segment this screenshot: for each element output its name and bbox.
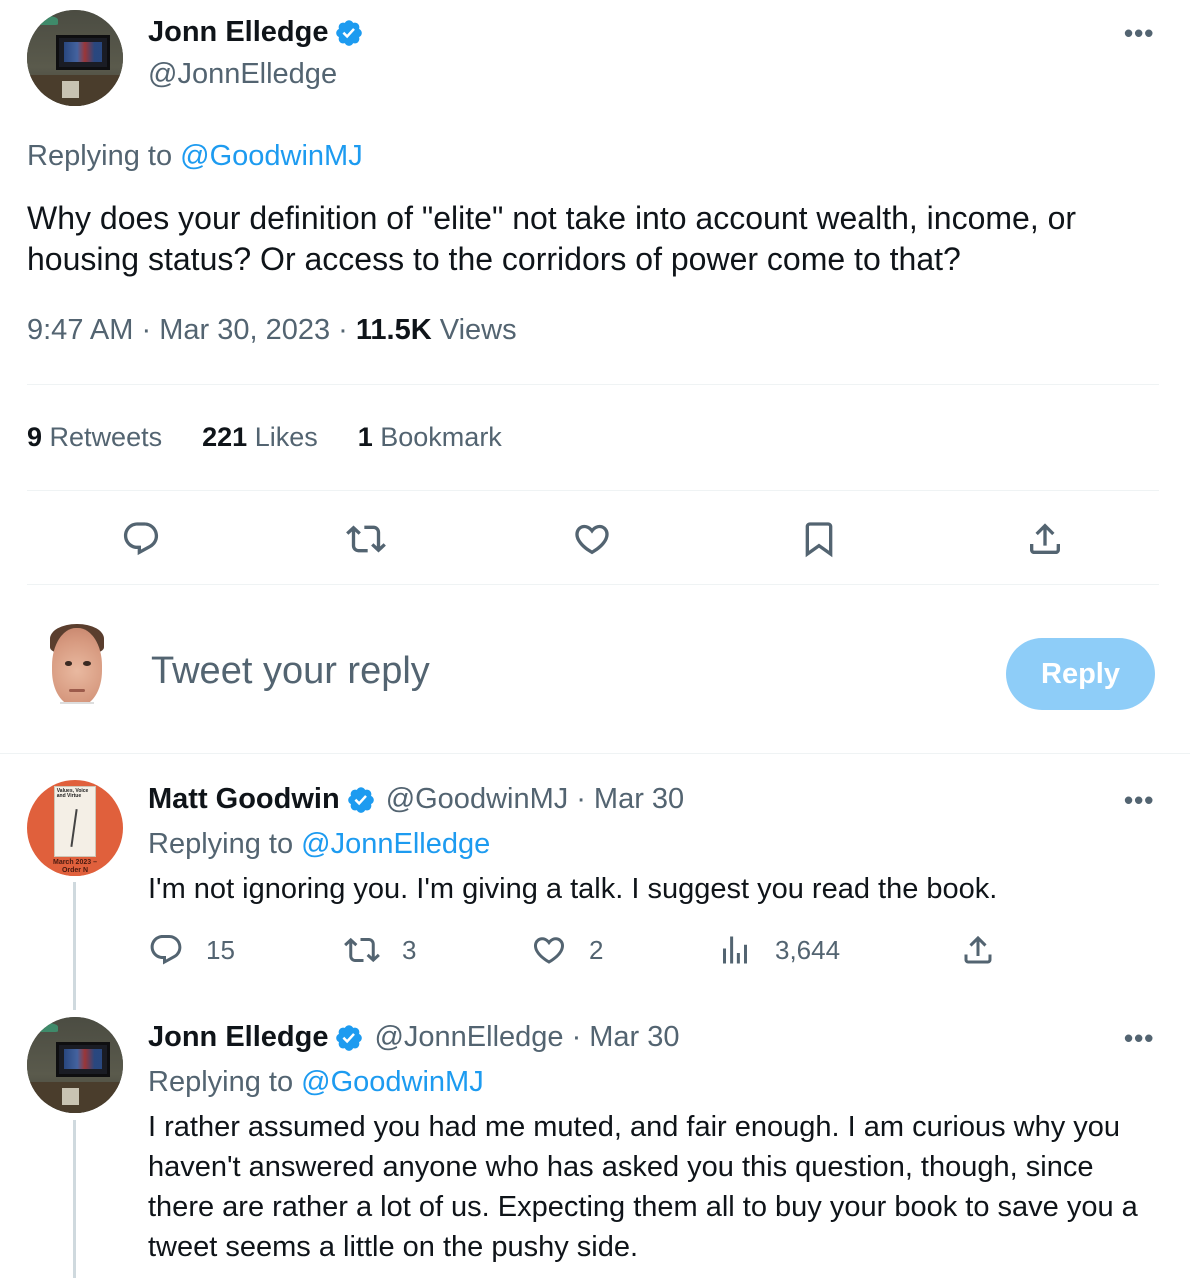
likes-label: Likes bbox=[254, 422, 318, 452]
replying-to-label: Replying to bbox=[27, 140, 173, 172]
author-name-row: Jonn Elledge bbox=[148, 16, 364, 49]
replying-to-handle-link[interactable]: @GoodwinMJ bbox=[301, 1066, 484, 1098]
views-count: 3,644 bbox=[775, 934, 841, 965]
reply-header: Matt Goodwin @GoodwinMJ · Mar 30 bbox=[148, 783, 684, 816]
avatar-band-text: March 2023 – Order N bbox=[52, 858, 97, 874]
more-icon[interactable]: ••• bbox=[1124, 787, 1154, 813]
reply-icon bbox=[123, 522, 159, 556]
likes-stat[interactable]: 221 Likes bbox=[202, 422, 318, 453]
bookmark-button[interactable] bbox=[797, 517, 841, 561]
bookmarks-count: 1 bbox=[357, 422, 373, 452]
replying-to-handle-link[interactable]: @GoodwinMJ bbox=[180, 140, 363, 172]
reply-handle[interactable]: @JonnElledge bbox=[374, 1021, 563, 1054]
meta-separator: · bbox=[141, 314, 152, 346]
tweet-stats: 9 Retweets 221 Likes 1 Bookmark bbox=[27, 422, 542, 453]
retweet-icon bbox=[346, 525, 386, 553]
share-button[interactable] bbox=[1023, 517, 1067, 561]
retweet-button[interactable] bbox=[344, 517, 388, 561]
reply-share-button[interactable] bbox=[960, 932, 1018, 968]
replying-to: Replying to @GoodwinMJ bbox=[27, 140, 363, 173]
reply-separator: · bbox=[576, 783, 586, 815]
avatar-book-title: Values, Voice and Virtue bbox=[56, 787, 89, 799]
reply-button[interactable] bbox=[119, 517, 163, 561]
bookmarks-label: Bookmark bbox=[380, 422, 502, 452]
retweets-stat[interactable]: 9 Retweets bbox=[27, 422, 162, 453]
author-display-name[interactable]: Jonn Elledge bbox=[148, 16, 328, 49]
divider bbox=[0, 753, 1190, 754]
views-count: 11.5K bbox=[355, 314, 432, 346]
reply-reply-button[interactable]: 15 bbox=[148, 932, 235, 968]
more-icon[interactable]: ••• bbox=[1124, 20, 1154, 46]
bookmarks-stat[interactable]: 1 Bookmark bbox=[358, 422, 502, 453]
divider bbox=[27, 584, 1159, 585]
reply-text: I'm not ignoring you. I'm giving a talk.… bbox=[148, 873, 998, 905]
reply-replying-to: Replying to @GoodwinMJ bbox=[148, 1066, 484, 1099]
reply-submit-button[interactable]: Reply bbox=[1006, 638, 1155, 710]
like-button[interactable] bbox=[570, 517, 614, 561]
reply-text: I rather assumed you had me muted, and f… bbox=[148, 1111, 1138, 1263]
author-avatar[interactable] bbox=[27, 10, 123, 106]
views-label: Views bbox=[439, 314, 517, 346]
reply-author-avatar[interactable] bbox=[27, 1017, 123, 1113]
retweet-count: 3 bbox=[402, 934, 417, 965]
reply-views-button[interactable]: 3,644 bbox=[717, 932, 840, 968]
current-user-avatar[interactable] bbox=[38, 620, 116, 718]
thread-line bbox=[73, 1120, 76, 1278]
like-icon bbox=[533, 937, 565, 964]
retweet-icon bbox=[344, 937, 380, 963]
reply-count: 15 bbox=[206, 934, 235, 965]
verified-badge-icon bbox=[336, 19, 363, 46]
reply-header: Jonn Elledge @JonnElledge · Mar 30 bbox=[148, 1021, 680, 1054]
verified-badge-icon bbox=[336, 1024, 363, 1051]
reply-icon bbox=[150, 935, 182, 965]
views-icon bbox=[723, 936, 747, 964]
reply-display-name[interactable]: Matt Goodwin bbox=[148, 783, 340, 816]
replying-to-label: Replying to bbox=[148, 828, 294, 860]
reply-separator: · bbox=[571, 1021, 582, 1053]
retweets-label: Retweets bbox=[49, 422, 163, 452]
reply-date[interactable]: Mar 30 bbox=[594, 783, 684, 816]
reply-like-button[interactable]: 2 bbox=[531, 932, 603, 968]
likes-count: 221 bbox=[202, 422, 248, 452]
divider bbox=[27, 490, 1159, 491]
replying-to-handle-link[interactable]: @JonnElledge bbox=[301, 828, 490, 860]
tweet-date[interactable]: Mar 30, 2023 bbox=[159, 314, 330, 346]
share-icon bbox=[964, 935, 992, 964]
tweet-meta: 9:47 AM · Mar 30, 2023 · 11.5K Views bbox=[27, 314, 517, 347]
verified-badge-icon bbox=[347, 786, 374, 813]
reply-author-avatar[interactable]: Values, Voice and Virtue March 2023 – Or… bbox=[27, 780, 123, 876]
tweet-time[interactable]: 9:47 AM bbox=[27, 314, 133, 346]
replying-to-label: Replying to bbox=[148, 1066, 294, 1098]
reply-actions: 15 3 2 3,644 bbox=[0, 932, 1190, 976]
divider bbox=[27, 384, 1159, 385]
share-icon bbox=[1030, 523, 1060, 554]
tweet-text: Why does your definition of "elite" not … bbox=[27, 200, 1077, 277]
meta-separator: · bbox=[338, 314, 348, 346]
reply-input[interactable]: Tweet your reply bbox=[151, 650, 430, 693]
reply-retweet-button[interactable]: 3 bbox=[344, 932, 416, 968]
like-icon bbox=[575, 524, 609, 555]
like-count: 2 bbox=[589, 934, 604, 965]
bookmark-icon bbox=[805, 522, 833, 558]
more-icon[interactable]: ••• bbox=[1124, 1025, 1154, 1051]
retweets-count: 9 bbox=[27, 422, 43, 452]
reply-date[interactable]: Mar 30 bbox=[589, 1021, 679, 1054]
reply-display-name[interactable]: Jonn Elledge bbox=[148, 1021, 328, 1054]
author-handle[interactable]: @JonnElledge bbox=[148, 58, 337, 91]
reply-handle[interactable]: @GoodwinMJ bbox=[386, 783, 569, 816]
reply-replying-to: Replying to @JonnElledge bbox=[148, 828, 490, 861]
